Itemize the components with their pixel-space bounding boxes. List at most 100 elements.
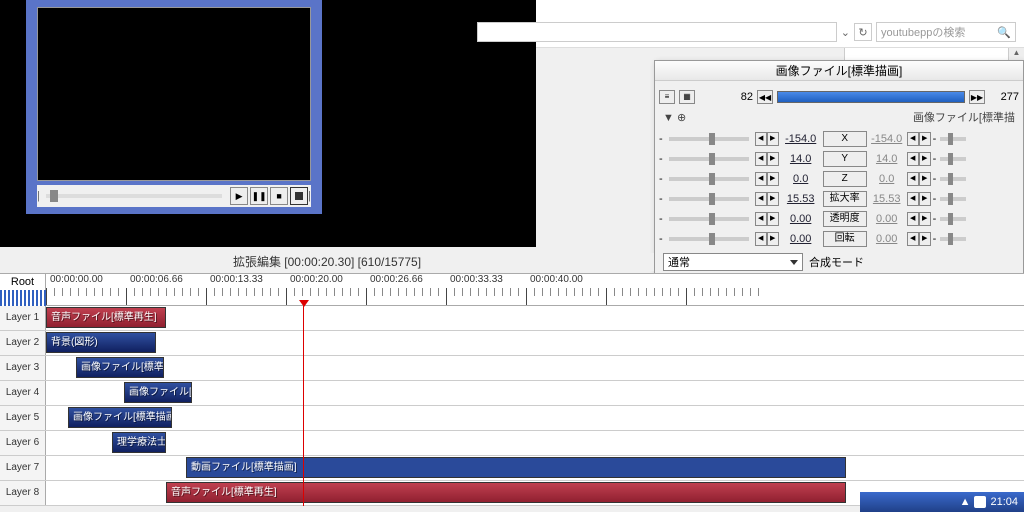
tray-icon[interactable] [974, 496, 986, 508]
time-label: 00:00:06.66 [130, 274, 183, 285]
spin-left-icon[interactable]: ◀ [755, 212, 767, 226]
spin-right-icon[interactable]: ▶ [919, 192, 931, 206]
param-value-left[interactable]: -154.0 [781, 133, 821, 145]
spin-right-icon[interactable]: ▶ [919, 212, 931, 226]
refresh-icon[interactable]: ↻ [854, 23, 872, 41]
param-slider-right[interactable] [940, 177, 966, 181]
param-value-right[interactable]: 15.53 [869, 193, 905, 205]
clip[interactable]: 画像ファイル[標 [124, 382, 192, 403]
param-label[interactable]: Z [823, 171, 867, 187]
track-content[interactable]: 理学療法士 [46, 431, 1024, 455]
seek-bar[interactable] [46, 194, 222, 198]
param-label[interactable]: 拡大率 [823, 191, 867, 207]
track-content[interactable]: 画像ファイル[標 [46, 381, 1024, 405]
param-label[interactable]: 透明度 [823, 211, 867, 227]
param-label[interactable]: 回転 [823, 231, 867, 247]
spin-left-icon[interactable]: ◀ [907, 212, 919, 226]
spin-left-icon[interactable]: ◀ [755, 132, 767, 146]
param-slider[interactable] [669, 157, 749, 161]
spin-right-icon[interactable]: ▶ [767, 192, 779, 206]
spin-right-icon[interactable]: ▶ [767, 132, 779, 146]
grid-icon[interactable]: ▦ [679, 90, 695, 104]
explorer-toolbar: ⌄ ↻ youtubeppの検索 🔍 [536, 0, 1024, 48]
spin-right-icon[interactable]: ▶ [919, 172, 931, 186]
timeline: Root 00:00:00.0000:00:06.6600:00:13.3300… [0, 273, 1024, 498]
spin-left-icon[interactable]: ◀ [755, 192, 767, 206]
track-content[interactable]: 背景(図形) [46, 331, 1024, 355]
search-input[interactable]: youtubeppの検索 🔍 [876, 22, 1016, 42]
spin-right-icon[interactable]: ▶ [919, 152, 931, 166]
param-slider[interactable] [669, 177, 749, 181]
spin-left-icon[interactable]: ◀ [755, 172, 767, 186]
blend-mode-select[interactable]: 通常 [663, 253, 803, 271]
param-slider-right[interactable] [940, 157, 966, 161]
time-ruler[interactable]: 00:00:00.0000:00:06.6600:00:13.3300:00:2… [46, 274, 1024, 305]
root-button[interactable]: Root [0, 274, 46, 305]
param-value-right[interactable]: 14.0 [869, 153, 905, 165]
track-label: Layer 4 [0, 381, 46, 405]
address-bar[interactable] [477, 22, 837, 42]
param-value-left[interactable]: 15.53 [781, 193, 821, 205]
param-value-right[interactable]: 0.00 [869, 233, 905, 245]
spin-left-icon[interactable]: ◀ [907, 192, 919, 206]
spin-right-icon[interactable]: ▶ [767, 212, 779, 226]
pause-button[interactable]: ❚❚ [250, 187, 268, 205]
spin-right-icon[interactable]: ▶ [767, 232, 779, 246]
param-slider[interactable] [669, 217, 749, 221]
param-value-left[interactable]: 14.0 [781, 153, 821, 165]
spin-left-icon[interactable]: ◀ [755, 232, 767, 246]
frame-bar[interactable] [777, 91, 965, 103]
collapse-icon[interactable]: ▼ [663, 112, 674, 124]
spin-left-icon[interactable]: ◀ [907, 172, 919, 186]
param-value-left[interactable]: 0.00 [781, 233, 821, 245]
spin-right-icon[interactable]: ▶ [919, 132, 931, 146]
param-slider[interactable] [669, 137, 749, 141]
clip[interactable]: 動画ファイル[標準描画] [186, 457, 846, 478]
spin-left-icon[interactable]: ◀ [907, 152, 919, 166]
track-content[interactable]: 音声ファイル[標準再生] [46, 306, 1024, 330]
param-label[interactable]: Y [823, 151, 867, 167]
blend-mode-value: 通常 [668, 254, 690, 270]
spin-right-icon[interactable]: ▶ [767, 152, 779, 166]
record-button[interactable] [290, 187, 308, 205]
lock-icon[interactable]: ⊕ [677, 112, 686, 124]
clip[interactable]: 画像ファイル[標準描画] [68, 407, 172, 428]
param-label[interactable]: X [823, 131, 867, 147]
track-content[interactable]: 画像ファイル[標準 [46, 356, 1024, 380]
param-slider-right[interactable] [940, 137, 966, 141]
param-value-left[interactable]: 0.0 [781, 173, 821, 185]
seek-back-icon[interactable]: ◀◀ [757, 90, 773, 104]
param-slider-right[interactable] [940, 237, 966, 241]
param-value-right[interactable]: 0.0 [869, 173, 905, 185]
param-row: - ◀▶ 14.0 Y 14.0 ◀▶ - [659, 149, 1019, 169]
spin-right-icon[interactable]: ▶ [919, 232, 931, 246]
param-slider-right[interactable] [940, 197, 966, 201]
seek-fwd-icon[interactable]: ▶▶ [969, 90, 985, 104]
align-icon[interactable]: ≡ [659, 90, 675, 104]
tray-icon[interactable]: ▲ [960, 496, 971, 508]
track-content[interactable]: 画像ファイル[標準描画] [46, 406, 1024, 430]
dropdown-icon[interactable]: ⌄ [841, 26, 850, 39]
param-value-left[interactable]: 0.00 [781, 213, 821, 225]
playhead[interactable] [303, 306, 304, 506]
clip[interactable]: 背景(図形) [46, 332, 156, 353]
time-label: 00:00:26.66 [370, 274, 423, 285]
param-slider[interactable] [669, 197, 749, 201]
param-value-right[interactable]: 0.00 [869, 213, 905, 225]
clip[interactable]: 音声ファイル[標準再生] [166, 482, 846, 503]
spin-left-icon[interactable]: ◀ [907, 132, 919, 146]
clip[interactable]: 理学療法士 [112, 432, 166, 453]
param-slider[interactable] [669, 237, 749, 241]
spin-left-icon[interactable]: ◀ [755, 152, 767, 166]
chevron-down-icon [790, 260, 798, 265]
stop-button[interactable]: ■ [270, 187, 288, 205]
clip[interactable]: 音声ファイル[標準再生] [46, 307, 166, 328]
param-value-right[interactable]: -154.0 [869, 133, 905, 145]
spin-left-icon[interactable]: ◀ [907, 232, 919, 246]
play-button[interactable]: ▶ [230, 187, 248, 205]
track-content[interactable]: 動画ファイル[標準描画] [46, 456, 1024, 480]
clip[interactable]: 画像ファイル[標準 [76, 357, 164, 378]
param-slider-right[interactable] [940, 217, 966, 221]
spin-right-icon[interactable]: ▶ [767, 172, 779, 186]
time-label: 00:00:13.33 [210, 274, 263, 285]
